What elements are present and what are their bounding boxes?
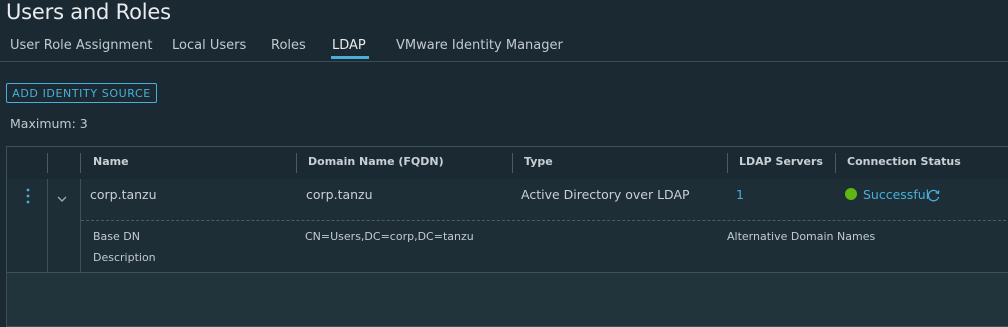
base-dn-value: CN=Users,DC=corp,DC=tanzu [305,230,474,243]
column-header-name[interactable]: Name [93,155,129,168]
base-dn-label: Base DN [93,230,140,243]
grid-header: Name Domain Name (FQDN) Type LDAP Server… [7,147,1008,180]
table-row: corp.tanzu corp.tanzu Active Directory o… [7,179,1008,273]
description-label: Description [93,251,156,264]
row-separator [47,179,48,272]
alternative-domain-names-label: Alternative Domain Names [727,230,876,243]
tab-ldap[interactable]: LDAP [332,38,366,53]
tab-vmware-identity-manager[interactable]: VMware Identity Manager [396,38,563,53]
status-text[interactable]: Successful [863,187,929,202]
column-header-type[interactable]: Type [524,155,553,168]
row-name: corp.tanzu [90,187,157,202]
column-separator[interactable] [512,153,513,173]
column-separator[interactable] [727,153,728,173]
column-header-connection-status[interactable]: Connection Status [847,155,961,168]
column-separator[interactable] [835,153,836,173]
tab-user-role-assignment[interactable]: User Role Assignment [10,38,152,53]
column-header-domain[interactable]: Domain Name (FQDN) [308,155,444,168]
detail-divider [81,220,1008,221]
identity-source-grid: Name Domain Name (FQDN) Type LDAP Server… [6,146,1008,327]
page-title: Users and Roles [6,0,171,24]
column-header-ldap-servers[interactable]: LDAP Servers [739,155,823,168]
chevron-down-icon[interactable] [56,189,68,208]
active-tab-indicator [331,56,369,59]
add-identity-source-button[interactable]: ADD IDENTITY SOURCE [6,83,157,103]
tab-bar: User Role Assignment Local Users Roles L… [0,33,1008,62]
row-domain: corp.tanzu [306,187,373,202]
ldap-servers-link[interactable]: 1 [736,187,744,202]
row-separator [80,179,81,272]
column-separator [80,153,81,173]
maximum-label: Maximum: 3 [10,116,88,131]
status-dot-icon [845,188,857,200]
tab-roles[interactable]: Roles [271,38,306,53]
column-separator [47,153,48,173]
vertical-ellipsis-icon[interactable] [23,187,33,209]
tab-local-users[interactable]: Local Users [172,38,246,53]
column-separator[interactable] [296,153,297,173]
connection-status: Successful [845,187,929,202]
row-type: Active Directory over LDAP [521,187,690,202]
refresh-icon[interactable] [926,188,941,207]
